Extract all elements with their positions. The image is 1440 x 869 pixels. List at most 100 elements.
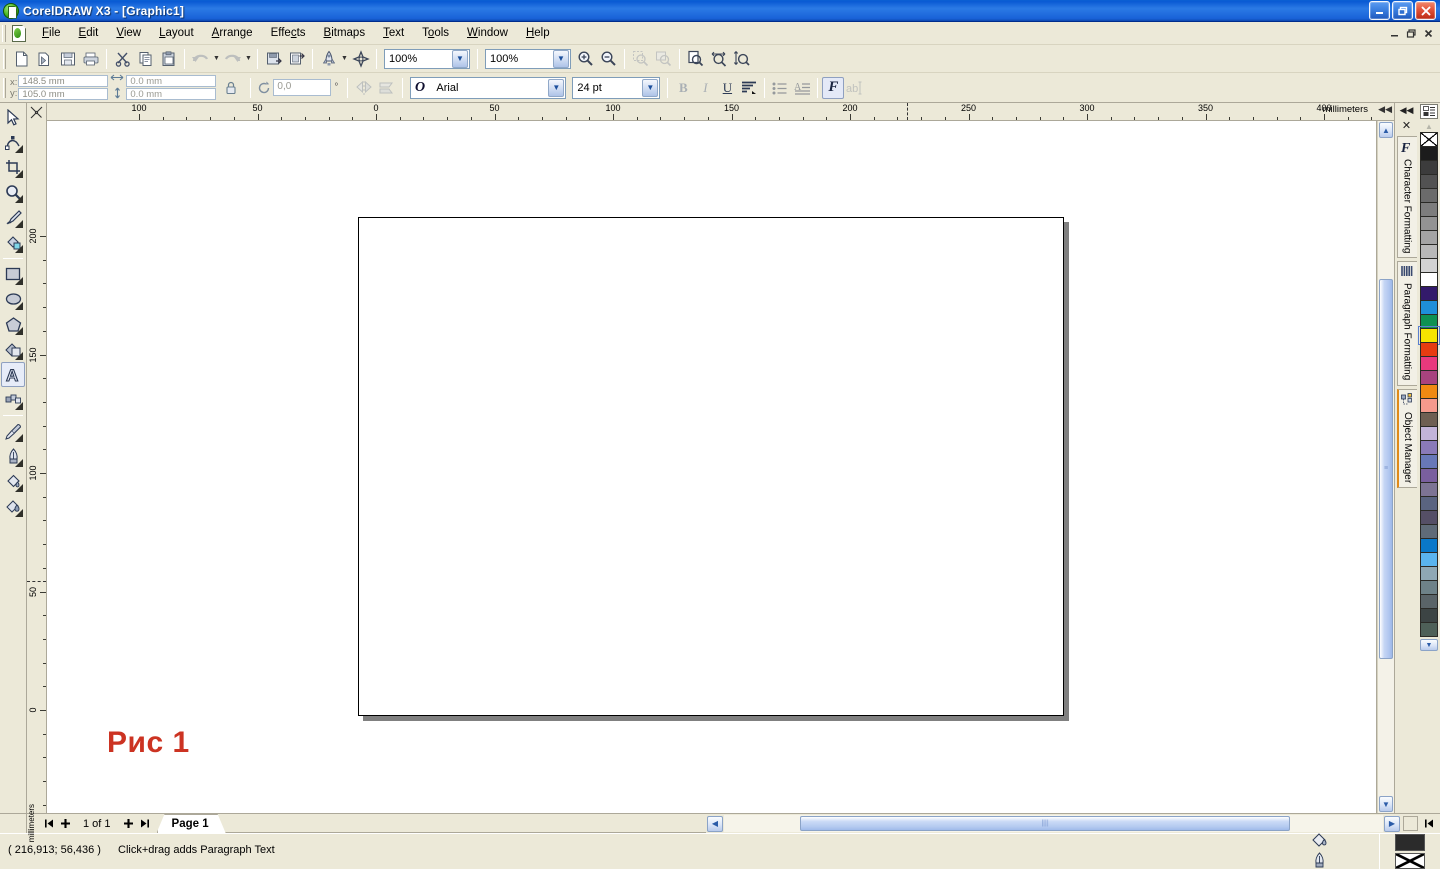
mdi-minimize-button[interactable] xyxy=(1386,26,1402,41)
add-page-before-icon[interactable] xyxy=(57,816,73,832)
zoom-tool[interactable] xyxy=(1,180,25,205)
toolbar-grip[interactable] xyxy=(3,48,6,69)
propertybar-grip[interactable] xyxy=(3,77,6,98)
collapse-left-icon[interactable]: ◀◀ xyxy=(1378,104,1392,115)
vertical-scroll-thumb[interactable]: ≡ xyxy=(1379,279,1393,659)
color-palette[interactable]: ▲ ▼ xyxy=(1418,103,1440,813)
interactive-blend-tool[interactable] xyxy=(1,387,25,412)
palette-swatch[interactable] xyxy=(1420,426,1438,441)
export-icon[interactable] xyxy=(285,48,308,70)
eyedropper-tool[interactable] xyxy=(1,419,25,444)
scissors-icon[interactable] xyxy=(111,48,134,70)
outline-pen-icon[interactable] xyxy=(1312,851,1327,869)
zoom-page-icon[interactable] xyxy=(684,48,707,70)
rotation-input[interactable]: 0,0 xyxy=(273,79,332,96)
palette-swatch[interactable] xyxy=(1420,454,1438,469)
outline-color-swatch[interactable] xyxy=(1395,852,1425,869)
bold-button[interactable]: B xyxy=(672,77,694,99)
pick-tool[interactable] xyxy=(1,105,25,130)
interactive-fill-tool[interactable] xyxy=(1,494,25,519)
printer-icon[interactable] xyxy=(79,48,102,70)
maximize-button[interactable] xyxy=(1392,1,1413,20)
menu-text[interactable]: Text xyxy=(374,24,413,42)
fill-bucket-tool[interactable] xyxy=(1,469,25,494)
undo-dropdown-arrow-icon[interactable]: ▼ xyxy=(212,48,221,70)
zoom-level-2-dropdown-icon[interactable]: ▼ xyxy=(553,49,569,68)
undo-arrow-icon[interactable] xyxy=(189,48,212,70)
palette-swatch[interactable] xyxy=(1420,384,1438,399)
zoom-in-icon[interactable] xyxy=(574,48,597,70)
add-page-after-icon[interactable] xyxy=(121,816,137,832)
palette-options-icon[interactable] xyxy=(1420,104,1438,119)
palette-swatch[interactable] xyxy=(1420,258,1438,273)
zoom-height-icon[interactable] xyxy=(730,48,753,70)
palette-swatch[interactable] xyxy=(1420,510,1438,525)
zoom-width-icon[interactable] xyxy=(707,48,730,70)
text-align-icon[interactable] xyxy=(738,77,760,99)
clipboard-paste-icon[interactable] xyxy=(157,48,180,70)
menu-tools[interactable]: Tools xyxy=(413,24,458,42)
palette-swatch[interactable] xyxy=(1420,608,1438,623)
palette-first-icon[interactable] xyxy=(1418,818,1440,829)
palette-swatch[interactable] xyxy=(1420,524,1438,539)
menu-arrange[interactable]: Arrange xyxy=(203,24,262,42)
menu-effects[interactable]: Effects xyxy=(262,24,315,42)
palette-swatch[interactable] xyxy=(1420,314,1438,329)
bullet-list-icon[interactable] xyxy=(769,77,791,99)
palette-swatch[interactable] xyxy=(1420,300,1438,315)
mirror-vertical-icon[interactable] xyxy=(375,77,398,99)
ruler-origin-icon[interactable] xyxy=(27,103,47,121)
figure-caption[interactable]: Рис 1 xyxy=(107,726,190,760)
menu-file[interactable]: File xyxy=(33,24,70,42)
menubar-grip[interactable] xyxy=(2,24,6,42)
mdi-close-button[interactable] xyxy=(1420,26,1436,41)
palette-scroll-up-icon[interactable]: ▲ xyxy=(1420,121,1438,132)
zoom-selection-icon[interactable] xyxy=(629,48,652,70)
palette-swatch[interactable] xyxy=(1420,188,1438,203)
palette-swatch[interactable] xyxy=(1420,160,1438,175)
scroll-right-icon[interactable]: ▶ xyxy=(1384,815,1400,832)
font-family-combo[interactable]: O Arial ▼ xyxy=(410,76,567,99)
docker-object-manager[interactable]: Object Manager xyxy=(1396,388,1417,488)
palette-swatch[interactable] xyxy=(1420,216,1438,231)
last-page-icon[interactable] xyxy=(137,816,153,832)
palette-swatch[interactable] xyxy=(1420,580,1438,595)
vertical-scrollbar[interactable]: ▲ ≡ ▼ xyxy=(1377,121,1394,813)
height-input[interactable]: 0.0 mm xyxy=(126,88,217,100)
palette-swatch[interactable] xyxy=(1420,594,1438,609)
first-page-icon[interactable] xyxy=(41,816,57,832)
palette-swatch[interactable] xyxy=(1420,370,1438,385)
collapse-right-icon[interactable]: ◀◀ xyxy=(1400,105,1414,116)
fill-bucket-icon[interactable] xyxy=(1310,832,1329,851)
redo-dropdown-arrow-icon[interactable]: ▼ xyxy=(244,48,253,70)
text-tool[interactable]: A xyxy=(1,362,25,387)
font-size-dropdown-icon[interactable]: ▼ xyxy=(642,78,659,97)
palette-swatch[interactable] xyxy=(1420,272,1438,287)
docker-paragraph-formatting[interactable]: Paragraph Formatting xyxy=(1396,261,1417,386)
mirror-horizontal-icon[interactable] xyxy=(352,77,375,99)
palette-swatch[interactable] xyxy=(1420,566,1438,581)
vertical-ruler[interactable]: 200 150 100 50 0 xyxy=(27,121,47,813)
font-size-combo[interactable]: 24 pt ▼ xyxy=(572,76,661,99)
character-formatting-button[interactable]: F xyxy=(822,76,845,99)
shape-tool[interactable] xyxy=(1,130,25,155)
palette-swatch[interactable] xyxy=(1420,468,1438,483)
menu-edit[interactable]: Edit xyxy=(70,24,108,42)
smart-fill-tool[interactable] xyxy=(1,230,25,255)
crop-tool[interactable] xyxy=(1,155,25,180)
palette-swatch[interactable] xyxy=(1420,286,1438,301)
freehand-tool[interactable] xyxy=(1,205,25,230)
vertical-scroll-track[interactable]: ≡ xyxy=(1378,139,1394,795)
horizontal-scroll-thumb[interactable]: |||| xyxy=(800,816,1290,831)
font-family-dropdown-icon[interactable]: ▼ xyxy=(548,78,565,97)
palette-scroll-down-icon[interactable]: ▼ xyxy=(1420,639,1438,651)
width-input[interactable]: 0.0 mm xyxy=(126,75,217,87)
new-document-icon[interactable] xyxy=(10,48,33,70)
basic-shapes-tool[interactable] xyxy=(1,337,25,362)
close-button[interactable] xyxy=(1415,1,1436,20)
zoom-level-dropdown-icon[interactable]: ▼ xyxy=(452,49,468,68)
rocket-icon[interactable] xyxy=(317,48,340,70)
edit-text-icon[interactable]: ab xyxy=(844,77,866,99)
drawing-page[interactable] xyxy=(358,217,1064,716)
close-docker-icon[interactable]: ✕ xyxy=(1402,119,1411,132)
